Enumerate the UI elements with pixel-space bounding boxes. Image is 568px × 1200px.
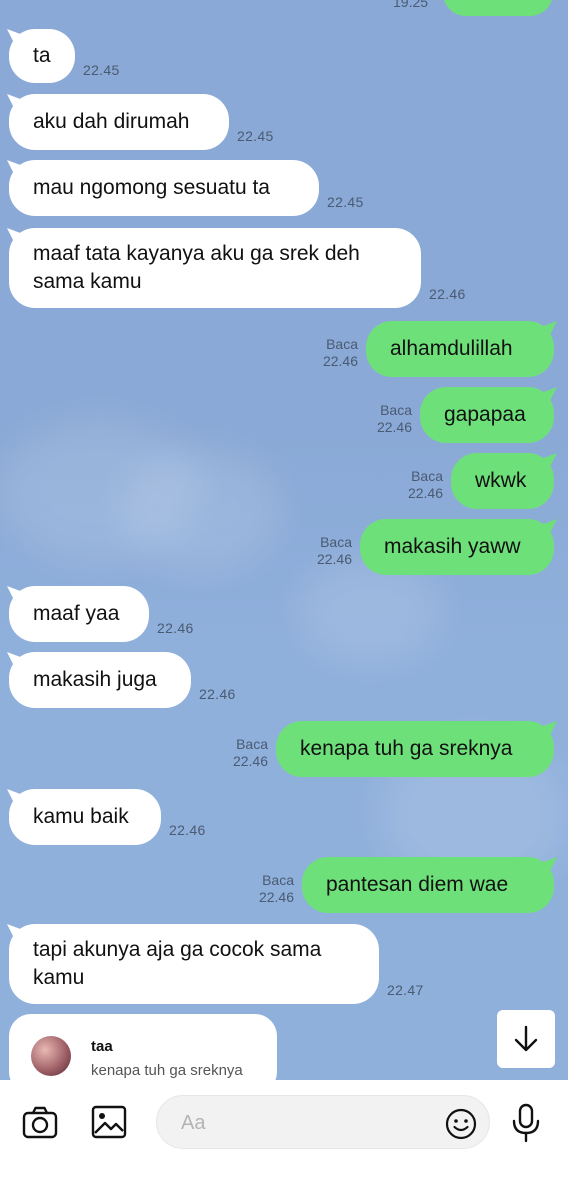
previous-message-time: 19.25 [393, 0, 429, 10]
message-time: 22.46 [407, 485, 443, 501]
incoming-message-bubble[interactable]: tapi akunya aja ga cocok sama kamu [9, 924, 379, 1004]
bubble-tail [541, 857, 557, 873]
bubble-tail [541, 721, 557, 737]
incoming-message-bubble[interactable]: aku dah dirumah [9, 94, 229, 150]
bubble-tail [7, 160, 23, 176]
incoming-message-bubble[interactable]: maaf yaa [9, 586, 149, 642]
avatar [31, 1036, 71, 1076]
message-text: alhamdulillah [390, 337, 513, 360]
message-time: 22.45 [83, 62, 120, 78]
message-time: 22.46 [157, 620, 194, 636]
read-label: Baca [320, 534, 352, 550]
camera-icon[interactable] [20, 1102, 60, 1142]
message-time: 22.47 [387, 982, 424, 998]
read-receipt: Baca 22.46 [172, 736, 268, 770]
bubble-tail [7, 789, 23, 805]
read-label: Baca [326, 336, 358, 352]
chat-area[interactable]: 19.25 ta 22.45 aku dah dirumah 22.45 mau ngo… [0, 0, 568, 1080]
read-label: Baca [380, 402, 412, 418]
previous-message-bubble [443, 0, 553, 16]
message-text: gapapaa [444, 403, 526, 426]
message-text: ta [33, 44, 51, 67]
message-text: aku dah dirumah [33, 110, 190, 133]
bubble-tail [541, 519, 557, 535]
bubble-tail [7, 228, 23, 244]
incoming-message-bubble[interactable]: kamu baik [9, 789, 161, 845]
bubble-tail [7, 924, 23, 940]
incoming-message-bubble[interactable]: maaf tata kayanya aku ga srek deh sama k… [9, 228, 421, 308]
message-text: tapi akunya aja ga cocok sama kamu [33, 938, 322, 989]
bubble-tail [7, 94, 23, 110]
message-text: maaf yaa [33, 602, 120, 625]
read-label: Baca [411, 468, 443, 484]
bubble-tail [541, 321, 557, 337]
image-icon[interactable] [88, 1102, 130, 1142]
bubble-tail [541, 453, 557, 469]
read-label: Baca [236, 736, 268, 752]
outgoing-message-bubble[interactable]: gapapaa [420, 387, 554, 443]
message-input-field[interactable] [156, 1095, 490, 1149]
incoming-message-bubble[interactable]: makasih juga [9, 652, 191, 708]
outgoing-message-bubble[interactable]: pantesan diem wae [302, 857, 554, 913]
message-text: kenapa tuh ga sreknya [300, 737, 513, 760]
message-time: 22.46 [376, 419, 412, 435]
read-receipt: Baca 22.46 [262, 336, 358, 370]
message-time: 22.46 [258, 889, 294, 905]
message-time: 22.45 [237, 128, 274, 144]
message-text: wkwk [475, 469, 527, 492]
message-text: pantesan diem wae [326, 873, 509, 896]
read-receipt: Baca 22.46 [256, 534, 352, 568]
scroll-to-bottom-button[interactable] [497, 1010, 555, 1068]
message-time: 22.45 [327, 194, 364, 210]
read-label: Baca [262, 872, 294, 888]
message-text: makasih yaww [384, 535, 521, 558]
bubble-tail [7, 652, 23, 668]
message-time: 22.46 [169, 822, 206, 838]
composer-bar [0, 1080, 568, 1200]
bubble-tail [7, 586, 23, 602]
bubble-tail [7, 29, 23, 45]
emoji-icon[interactable] [445, 1108, 477, 1140]
outgoing-message-bubble[interactable]: kenapa tuh ga sreknya [276, 721, 554, 777]
outgoing-message-bubble[interactable]: makasih yaww [360, 519, 554, 575]
microphone-icon[interactable] [508, 1102, 544, 1144]
arrow-down-icon [514, 1025, 538, 1052]
bubble-tail [541, 387, 557, 403]
read-receipt: Baca 22.46 [198, 872, 294, 906]
message-time: 22.46 [199, 686, 236, 702]
message-text: kamu baik [33, 805, 129, 828]
message-time: 22.46 [322, 353, 358, 369]
message-text: mau ngomong sesuatu ta [33, 176, 270, 199]
message-time: 22.46 [232, 753, 268, 769]
read-receipt: Baca 22.46 [347, 468, 443, 502]
message-input[interactable] [181, 1108, 431, 1138]
message-time: 22.46 [429, 286, 466, 302]
reply-preview-name: taa [91, 1038, 113, 1055]
message-time: 22.46 [316, 551, 352, 567]
message-text: makasih juga [33, 668, 157, 691]
outgoing-message-bubble[interactable]: alhamdulillah [366, 321, 554, 377]
reply-preview-text: kenapa tuh ga sreknya [91, 1062, 243, 1079]
read-receipt: Baca 22.46 [316, 402, 412, 436]
message-text: maaf tata kayanya aku ga srek deh sama k… [33, 242, 360, 293]
reply-preview-card[interactable]: taa kenapa tuh ga sreknya [9, 1014, 277, 1080]
incoming-message-bubble[interactable]: mau ngomong sesuatu ta [9, 160, 319, 216]
